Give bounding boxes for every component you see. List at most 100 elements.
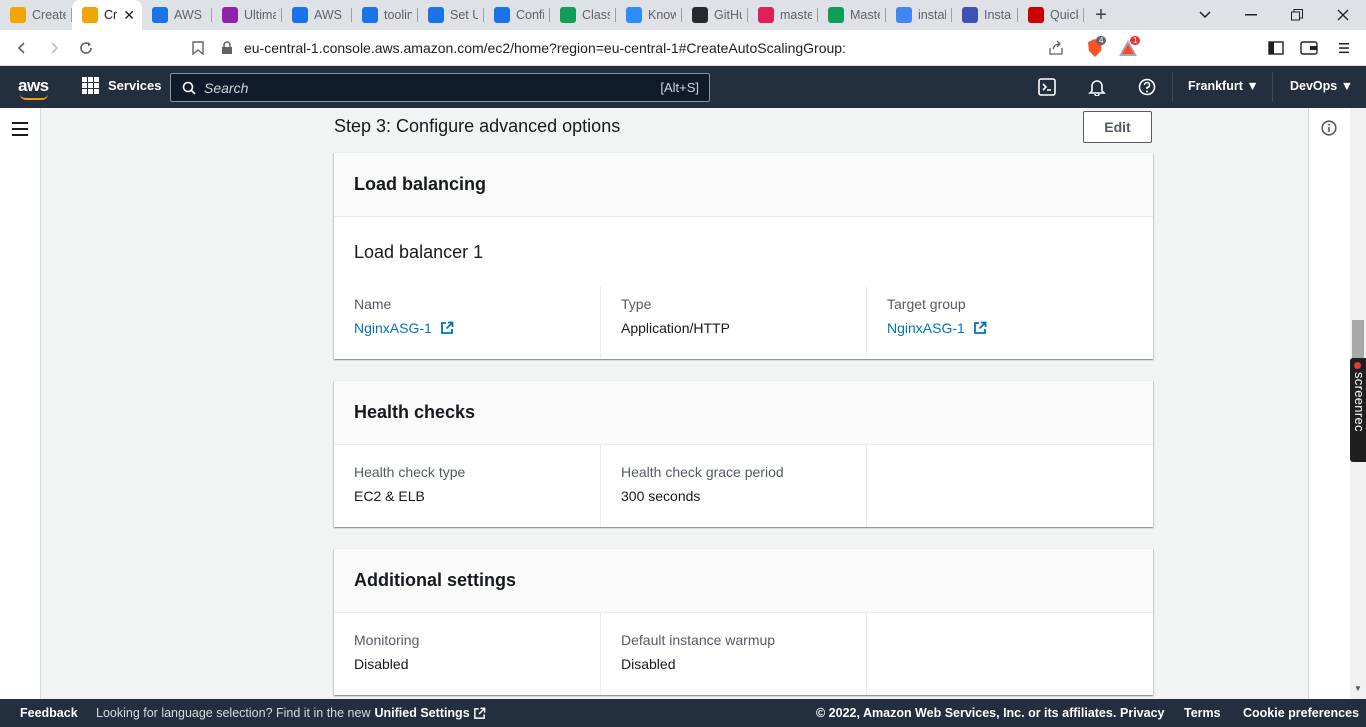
browser-tab[interactable]: Maste [818, 0, 886, 30]
monitoring-label: Monitoring [354, 632, 420, 648]
browser-tab[interactable]: AWS C [282, 0, 352, 30]
lb-type-column: Type Application/HTTP [600, 286, 866, 358]
brave-shield-icon[interactable]: 4 [1084, 36, 1107, 58]
url-text: eu-central-1.console.aws.amazon.com/ec2/… [244, 40, 846, 56]
new-tab-button[interactable]: + [1084, 0, 1118, 30]
tab-favicon-icon [222, 7, 238, 23]
browser-tab[interactable]: Set Up [418, 0, 484, 30]
tab-title: Set Up [450, 8, 478, 22]
search-shortcut: [Alt+S] [660, 80, 699, 95]
tab-title: maste [780, 8, 812, 22]
browser-tab[interactable]: Ultima [212, 0, 282, 30]
bookmark-icon[interactable] [182, 32, 214, 64]
tab-search-icon[interactable] [1182, 0, 1228, 30]
search-icon [182, 81, 196, 95]
tab-favicon-icon [152, 7, 168, 23]
unified-settings-link[interactable]: Unified Settings [375, 706, 470, 720]
tab-title: install [918, 8, 946, 22]
services-label: Services [108, 78, 162, 93]
load-balancing-heading: Load balancing [334, 153, 1153, 217]
health-check-type-value: EC2 & ELB [354, 488, 425, 504]
minimize-icon[interactable] [1228, 0, 1274, 30]
help-icon[interactable] [1138, 78, 1156, 96]
info-icon[interactable] [1321, 120, 1337, 136]
aws-search-input[interactable]: Search [Alt+S] [170, 73, 710, 102]
tab-favicon-icon [428, 7, 444, 23]
browser-tab[interactable]: toolin [352, 0, 418, 30]
browser-tab[interactable]: maste [748, 0, 818, 30]
monitoring-value: Disabled [354, 656, 409, 672]
tab-favicon-icon [362, 7, 378, 23]
tab-title: Install [984, 8, 1012, 22]
tab-favicon-icon [692, 7, 708, 23]
load-balancer-subheading: Load balancer 1 [354, 242, 484, 262]
notifications-bell-icon[interactable] [1088, 78, 1106, 96]
browser-tab[interactable]: Install [952, 0, 1018, 30]
tab-title: toolin [384, 8, 412, 22]
lock-icon [222, 41, 232, 54]
services-menu-button[interactable]: Services [82, 77, 162, 94]
browser-tab-strip: Create Cr ✕ AWS S Ultima AWS C toolin Set Up Con… [0, 0, 1366, 30]
health-check-type-label: Health check type [354, 464, 466, 480]
tab-title: GitHu [714, 8, 742, 22]
terms-link[interactable]: Terms [1184, 706, 1221, 720]
wallet-icon[interactable] [1298, 38, 1320, 58]
sidebar-toggle-icon[interactable] [1265, 38, 1287, 58]
account-menu[interactable]: DevOps ▼ [1290, 79, 1353, 93]
cookie-preferences-link[interactable]: Cookie preferences [1243, 706, 1359, 720]
share-icon[interactable] [1048, 40, 1064, 56]
browser-tab[interactable]: Class [550, 0, 616, 30]
copyright-text: © 2022, Amazon Web Services, Inc. or its… [816, 706, 1117, 720]
hamburger-menu-icon[interactable] [12, 122, 28, 140]
browser-tab[interactable]: GitHu [682, 0, 748, 30]
screenrec-label: screenrec [1352, 372, 1366, 432]
scroll-down-arrow-icon[interactable]: ▼ [1354, 684, 1362, 693]
instance-warmup-column: Default instance warmup Disabled [600, 613, 866, 695]
back-icon[interactable] [6, 32, 38, 64]
browser-tab[interactable]: Know [616, 0, 682, 30]
additional-settings-heading: Additional settings [334, 549, 1153, 613]
health-checks-card: Health checks Health check type EC2 & EL… [334, 380, 1153, 527]
browser-tab[interactable]: install [886, 0, 952, 30]
tab-favicon-icon [82, 7, 98, 23]
browser-tab[interactable]: AWS S [142, 0, 212, 30]
tab-favicon-icon [10, 7, 26, 23]
tab-favicon-icon [292, 7, 308, 23]
restore-icon[interactable] [1274, 0, 1320, 30]
edit-button[interactable]: Edit [1083, 111, 1152, 143]
brave-rewards-icon[interactable]: 1 [1117, 36, 1141, 58]
address-bar[interactable]: eu-central-1.console.aws.amazon.com/ec2/… [214, 34, 1072, 62]
aws-logo[interactable]: aws [18, 76, 49, 100]
external-link-icon [973, 321, 987, 334]
privacy-link[interactable]: Privacy [1120, 706, 1164, 720]
close-window-icon[interactable] [1320, 0, 1366, 30]
empty-column [866, 445, 1132, 527]
forward-icon[interactable] [38, 32, 70, 64]
tab-title: AWS S [174, 8, 206, 22]
tab-favicon-icon [758, 7, 774, 23]
browser-tab[interactable]: Create [0, 0, 72, 30]
close-tab-icon[interactable]: ✕ [123, 7, 135, 24]
browser-tab[interactable]: Quick [1018, 0, 1084, 30]
feedback-link[interactable]: Feedback [20, 706, 78, 720]
tab-favicon-icon [494, 7, 510, 23]
instance-warmup-label: Default instance warmup [621, 632, 776, 648]
browser-tab[interactable]: Cr ✕ [72, 0, 142, 30]
lb-name-label: Name [354, 296, 392, 312]
browser-tab[interactable]: Config [484, 0, 550, 30]
additional-settings-card: Additional settings Monitoring Disabled … [334, 548, 1153, 695]
tab-title: Maste [850, 8, 880, 22]
tab-favicon-icon [828, 7, 844, 23]
browser-menu-icon[interactable] [1333, 38, 1355, 58]
services-grid-icon [82, 77, 99, 94]
brave-badge: 4 [1096, 36, 1107, 45]
reload-icon[interactable] [70, 32, 102, 64]
tab-title: Cr [104, 8, 118, 22]
screenrec-widget[interactable]: screenrec [1350, 358, 1366, 462]
lb-type-value: Application/HTTP [621, 320, 730, 336]
region-selector[interactable]: Frankfurt ▼ [1188, 79, 1259, 93]
cloudshell-icon[interactable] [1038, 78, 1056, 96]
tab-favicon-icon [896, 7, 912, 23]
lb-name-link[interactable]: NginxASG-1 [354, 320, 454, 336]
target-group-link[interactable]: NginxASG-1 [887, 320, 987, 336]
